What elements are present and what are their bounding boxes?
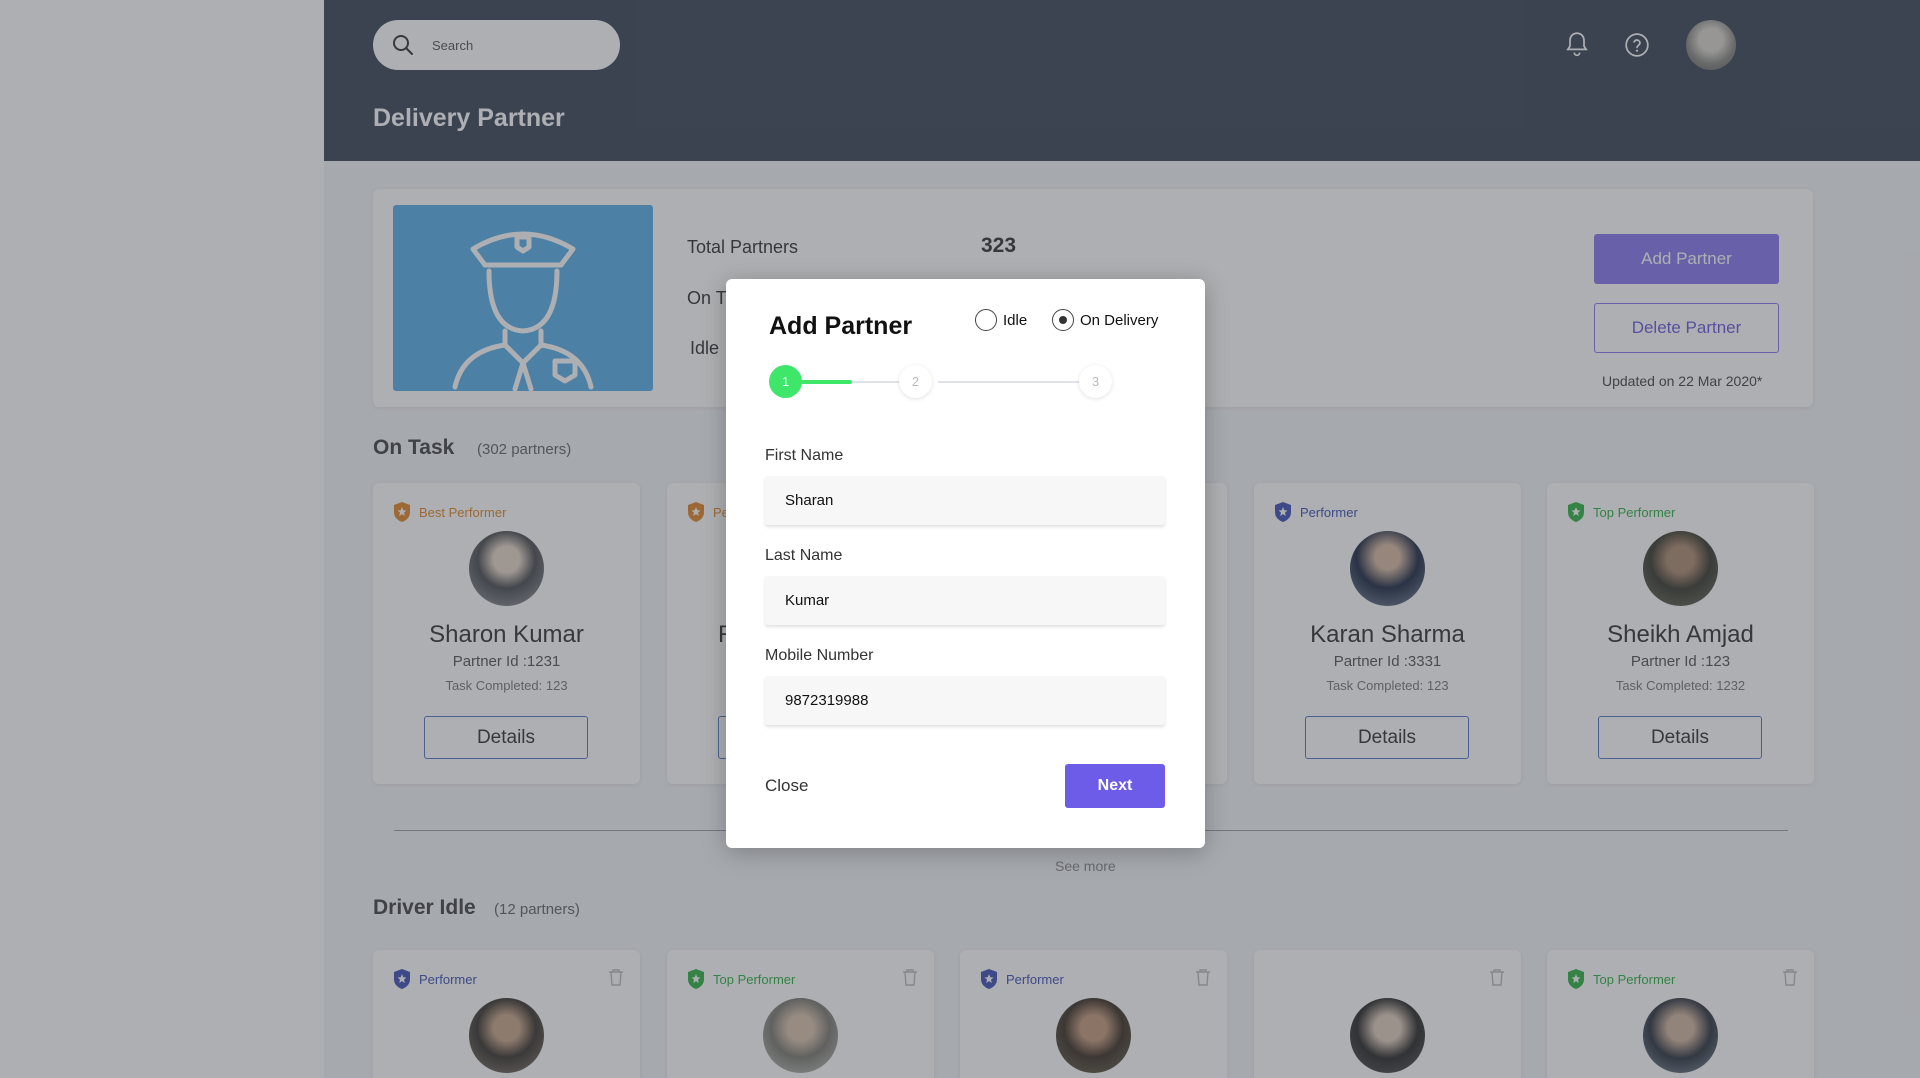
- mobile-number-field[interactable]: 9872319988: [765, 676, 1165, 725]
- step-2: 2: [899, 365, 932, 398]
- next-button[interactable]: Next: [1065, 764, 1165, 808]
- radio-idle[interactable]: Idle: [975, 309, 1027, 331]
- first-name-label: First Name: [765, 447, 844, 464]
- radio-on-delivery[interactable]: On Delivery: [1052, 309, 1158, 331]
- radio-on-delivery-label: On Delivery: [1080, 311, 1159, 329]
- stepper-track: [938, 381, 1080, 383]
- radio-idle-label: Idle: [1003, 311, 1028, 329]
- add-partner-modal: Add Partner Idle On Delivery 1 2 3 First…: [726, 279, 1205, 848]
- radio-circle[interactable]: [975, 309, 997, 331]
- step-3: 3: [1079, 365, 1112, 398]
- close-button[interactable]: Close: [765, 776, 808, 796]
- step-1: 1: [769, 365, 802, 398]
- mobile-number-label: Mobile Number: [765, 647, 874, 664]
- last-name-label: Last Name: [765, 547, 843, 564]
- radio-selected-dot: [1059, 316, 1067, 324]
- modal-title: Add Partner: [769, 312, 913, 340]
- radio-circle[interactable]: [1052, 309, 1074, 331]
- first-name-field[interactable]: Sharan: [765, 476, 1165, 525]
- last-name-field[interactable]: Kumar: [765, 576, 1165, 625]
